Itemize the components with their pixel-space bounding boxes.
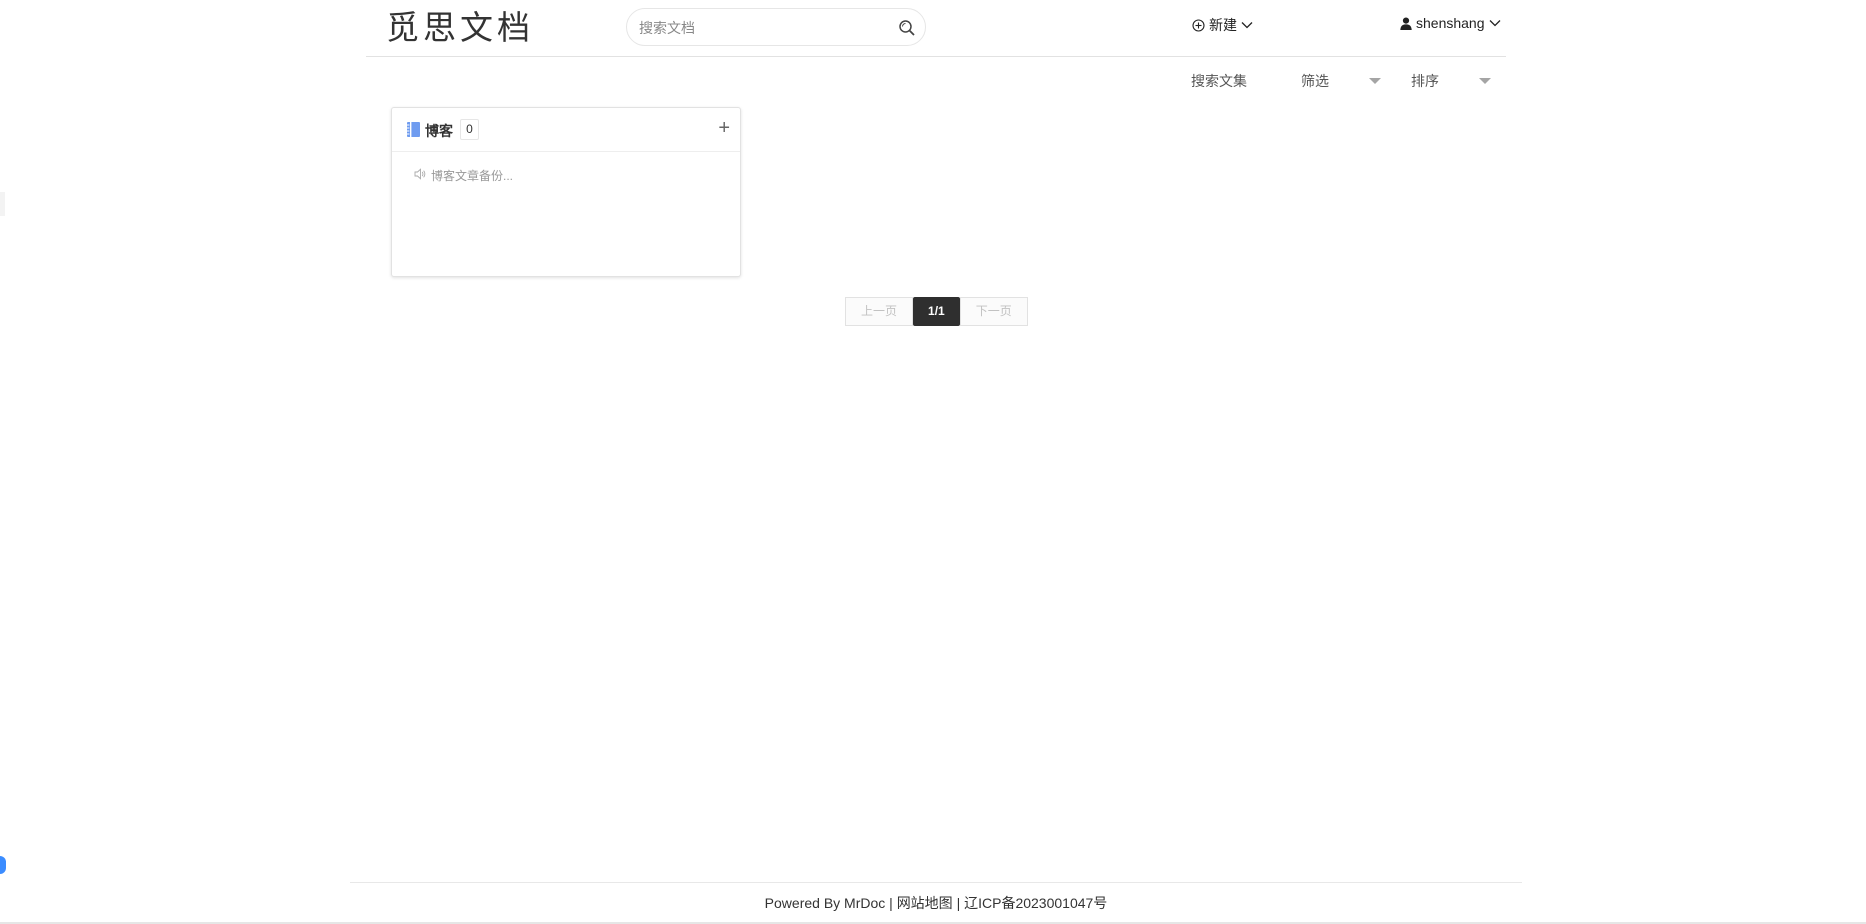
speaker-icon xyxy=(414,168,426,180)
search-icon[interactable] xyxy=(898,19,916,37)
search-input[interactable] xyxy=(637,17,887,39)
user-menu-button[interactable]: shenshang xyxy=(1400,15,1501,31)
sort-dropdown[interactable]: 排序 xyxy=(1411,71,1491,91)
footer-separator: | xyxy=(956,895,961,911)
project-card-header: 博客 0 + xyxy=(392,108,740,152)
project-description: 博客文章备份... xyxy=(431,169,514,183)
project-title[interactable]: 博客 xyxy=(425,121,453,141)
search-collection-button[interactable]: 搜索文集 xyxy=(1191,71,1247,91)
sort-label: 排序 xyxy=(1411,73,1439,89)
project-card-body: 博客文章备份... xyxy=(392,152,740,183)
new-menu-button[interactable]: 新建 xyxy=(1192,15,1253,35)
project-card[interactable]: 博客 0 + 博客文章备份... xyxy=(391,107,741,277)
floating-help-dot[interactable] xyxy=(0,856,6,874)
add-doc-button[interactable]: + xyxy=(718,117,730,139)
filter-row: 搜索文集 筛选 排序 xyxy=(0,70,1866,92)
filter-dropdown[interactable]: 筛选 xyxy=(1301,71,1381,91)
next-page-button[interactable]: 下一页 xyxy=(959,297,1028,326)
username: shenshang xyxy=(1416,15,1485,31)
powered-by-text: Powered By MrDoc | xyxy=(764,895,893,911)
new-menu-label: 新建 xyxy=(1209,17,1237,33)
top-header: 觅思文档 新建 shenshang xyxy=(366,0,1506,57)
search-bar[interactable] xyxy=(626,8,926,46)
site-footer: Powered By MrDoc | 网站地图 | 辽ICP备202300104… xyxy=(350,882,1522,913)
search-collection-label: 搜索文集 xyxy=(1191,73,1247,89)
filter-label: 筛选 xyxy=(1301,73,1329,89)
chevron-down-icon xyxy=(1241,22,1253,29)
pagination: 上一页 1/1 下一页 xyxy=(845,297,1028,326)
plus-circle-icon xyxy=(1192,18,1205,32)
site-logo[interactable]: 觅思文档 xyxy=(386,6,534,50)
caret-down-icon xyxy=(1369,78,1381,84)
book-icon xyxy=(407,122,420,137)
chevron-down-icon xyxy=(1489,20,1500,27)
side-edge-tab xyxy=(0,192,5,216)
prev-page-button[interactable]: 上一页 xyxy=(845,297,914,326)
user-icon xyxy=(1400,17,1412,30)
current-page-indicator: 1/1 xyxy=(913,297,960,326)
caret-down-icon xyxy=(1479,78,1491,84)
sitemap-link[interactable]: 网站地图 xyxy=(897,895,953,911)
project-doc-count: 0 xyxy=(460,119,479,140)
icp-link[interactable]: 辽ICP备2023001047号 xyxy=(964,895,1107,911)
